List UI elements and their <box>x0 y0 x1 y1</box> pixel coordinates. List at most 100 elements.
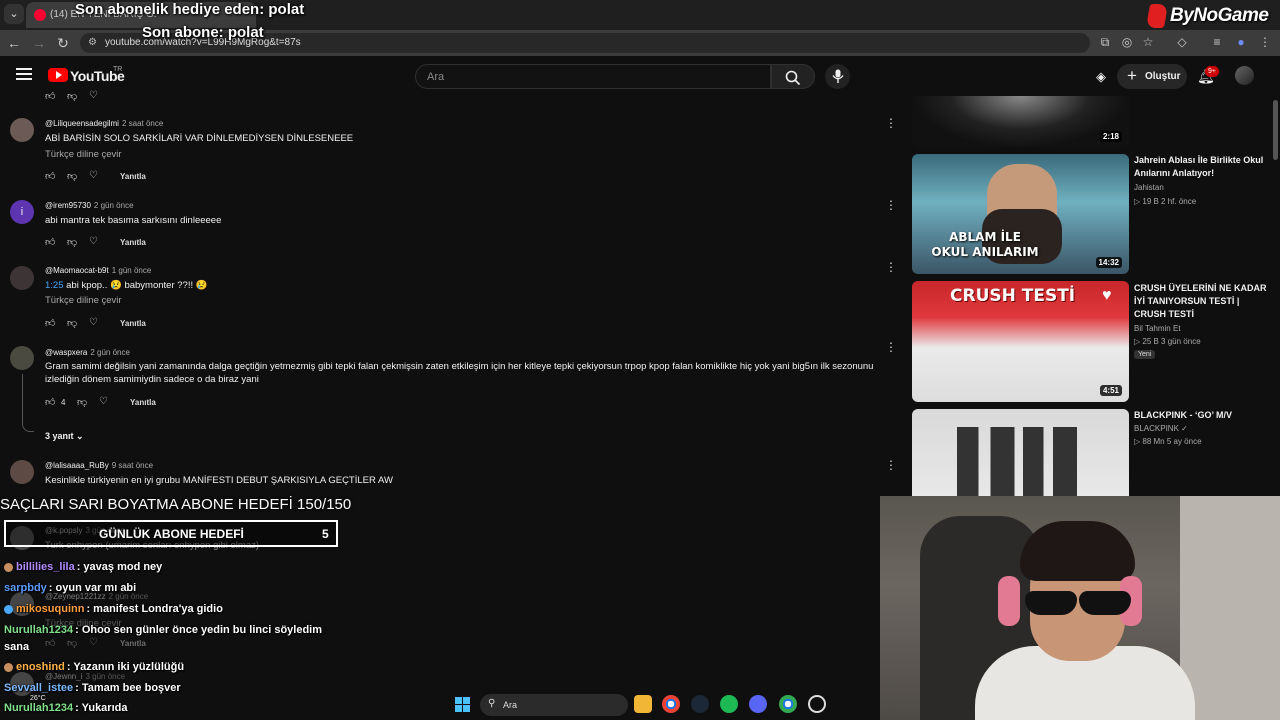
reply-button[interactable]: Yanıtla <box>130 398 156 407</box>
comment-author[interactable]: @waspxera 2 gün önce <box>45 348 130 357</box>
file-explorer-icon[interactable] <box>634 695 652 713</box>
taskbar-search[interactable]: ⚲ Ara <box>480 694 628 716</box>
reply-button[interactable]: Yanıtla <box>120 319 146 328</box>
windows-start-icon[interactable] <box>455 697 470 712</box>
reply-button[interactable]: Yanıtla <box>120 639 146 648</box>
steam-icon[interactable] <box>691 695 709 713</box>
heart-icon[interactable]: ♡ <box>99 396 108 407</box>
heart-icon[interactable]: ♡ <box>89 317 98 328</box>
avatar[interactable] <box>10 118 34 142</box>
hamburger-menu-icon[interactable] <box>16 68 32 80</box>
avatar[interactable]: i <box>10 200 34 224</box>
heart-icon[interactable]: ♡ <box>89 236 98 247</box>
more-options-icon[interactable]: ⋮ <box>885 116 897 130</box>
avatar[interactable] <box>10 266 34 290</box>
dislike-icon[interactable]: 👎︎ <box>67 236 77 248</box>
back-arrow-icon[interactable]: ← <box>6 35 22 51</box>
thumbnail-dancers <box>957 427 1077 496</box>
more-options-icon[interactable]: ⋮ <box>885 458 897 472</box>
search-input[interactable]: Ara <box>415 64 771 89</box>
dislike-icon[interactable]: 👎︎ <box>67 317 77 329</box>
like-icon[interactable]: 👍︎ <box>45 236 55 248</box>
like-icon[interactable]: 👍︎ <box>45 317 55 329</box>
chat-message: enoshind: Yazanın iki yüzlülüğü <box>4 661 184 673</box>
daily-goal-count: 5 <box>322 527 329 541</box>
more-options-icon[interactable]: ⋮ <box>885 198 897 212</box>
comment-author[interactable]: @Maomaocat-b9t 1 gün önce <box>45 266 151 275</box>
bookmark-star-icon[interactable]: ☆ <box>1140 35 1156 49</box>
video-thumbnail[interactable] <box>912 409 1129 496</box>
taskbar-weather: 26°C <box>30 695 46 702</box>
media-controls-icon[interactable]: ≡ <box>1209 35 1225 49</box>
translate-link[interactable]: Türkçe diline çevir <box>45 149 122 160</box>
heart-icon[interactable]: ♡ <box>89 637 98 648</box>
heart-icon[interactable]: ♡ <box>89 90 98 101</box>
channel-name[interactable]: Jahistan <box>1134 183 1164 192</box>
tracking-eye-icon[interactable]: ◎ <box>1119 35 1135 49</box>
video-meta: ▷ 25 B 3 gün önce <box>1134 337 1201 346</box>
like-icon[interactable]: 👍︎ <box>45 90 55 102</box>
show-replies-button[interactable]: 3 yanıt ⌄ <box>45 431 84 442</box>
channel-name[interactable]: BLACKPINK ✓ <box>1134 424 1188 433</box>
more-options-icon[interactable]: ⋮ <box>885 340 897 354</box>
comment-text: ABİ BARİSİN SOLO SARKİLARİ VAR DİNLEMEDİ… <box>45 133 354 144</box>
notification-count-badge: 9+ <box>1205 66 1219 77</box>
video-title[interactable]: Jahrein Ablası İle Birlikte Okul Anıları… <box>1134 154 1269 180</box>
dislike-icon[interactable]: 👎︎ <box>77 396 87 408</box>
translate-link[interactable]: Türkçe diline çevir <box>45 295 122 306</box>
search-placeholder: Ara <box>427 71 445 83</box>
create-button[interactable]: + Oluştur <box>1117 64 1187 89</box>
chrome-icon[interactable] <box>662 695 680 713</box>
extensions-icon[interactable]: ◇ <box>1174 35 1190 49</box>
video-title[interactable]: CRUSH ÜYELERİNİ NE KADAR İYİ TANIYORSUN … <box>1134 282 1269 321</box>
video-thumbnail[interactable]: ABLAM İLE OKUL ANILARIM 14:32 <box>912 154 1129 274</box>
discord-icon[interactable] <box>749 695 767 713</box>
comment-author[interactable]: @Jewnn_i 3 gün önce <box>45 672 125 681</box>
dislike-icon[interactable]: 👎︎ <box>67 90 77 102</box>
profile-icon[interactable]: ● <box>1233 35 1249 49</box>
browser-menu-icon[interactable]: ⋮ <box>1257 35 1273 49</box>
chat-message: mikosuquinn: manifest Londra'ya gidio <box>4 603 223 615</box>
chrome-profile-icon[interactable] <box>779 695 797 713</box>
comment-author[interactable]: @lalisaaaa_RuBy 9 saat önce <box>45 461 153 470</box>
channel-name[interactable]: Bil Tahmin Et <box>1134 324 1181 333</box>
reload-icon[interactable]: ↻ <box>55 35 71 52</box>
like-icon[interactable]: 👍︎ <box>45 637 55 649</box>
video-thumbnail[interactable]: CRUSH TESTİ ♥ 4:51 <box>912 281 1129 402</box>
dislike-icon[interactable]: 👎︎ <box>67 637 77 649</box>
obs-icon[interactable] <box>808 695 826 713</box>
avatar[interactable] <box>10 460 34 484</box>
chat-message: sarpbdy: oyun var mı abi <box>4 582 137 594</box>
like-icon[interactable]: 👍︎ <box>45 396 55 408</box>
avatar[interactable] <box>10 346 34 370</box>
scrollbar-thumb[interactable] <box>1273 100 1278 160</box>
more-options-icon[interactable]: ⋮ <box>885 260 897 274</box>
video-meta: ▷ 88 Mn 5 ay önce <box>1134 437 1202 446</box>
video-thumbnail[interactable]: 2:18 <box>912 96 1129 148</box>
video-timestamp-link[interactable]: 1:25 <box>45 280 64 291</box>
forward-arrow-icon[interactable]: → <box>31 35 47 51</box>
like-count: 4 <box>61 398 66 407</box>
site-info-icon[interactable]: ⚙ <box>88 37 97 48</box>
related-videos: 2:18 ABLAM İLE OKUL ANILARIM 14:32 Jahre… <box>905 96 1280 496</box>
account-avatar[interactable] <box>1235 66 1254 85</box>
comment-author[interactable]: @irem95730 2 gün önce <box>45 201 134 210</box>
video-title[interactable]: BLACKPINK - ‘GO’ M/V <box>1134 409 1269 422</box>
reply-button[interactable]: Yanıtla <box>120 172 146 181</box>
search-button[interactable] <box>771 64 815 89</box>
youtube-logo-icon[interactable] <box>48 68 68 82</box>
voice-search-button[interactable] <box>825 64 850 89</box>
tab-list-chevron-icon[interactable]: ⌄ <box>4 4 24 24</box>
dislike-icon[interactable]: 👎︎ <box>67 170 77 182</box>
heart-icon[interactable]: ♡ <box>89 170 98 181</box>
like-icon[interactable]: 👍︎ <box>45 170 55 182</box>
comment-author[interactable]: @Liliqueensadegilmi 2 saat önce <box>45 119 163 128</box>
premium-diamond-icon[interactable]: ◈ <box>1096 69 1112 84</box>
webcam-person-hair <box>1020 521 1135 581</box>
youtube-header: YouTube TR Ara ◈ + Oluştur 🔔︎ 9+ <box>0 56 1280 96</box>
reply-button[interactable]: Yanıtla <box>120 238 146 247</box>
spotify-icon[interactable] <box>720 695 738 713</box>
taskbar-search-text: Ara <box>503 700 518 710</box>
chat-badge-icon <box>4 562 13 572</box>
install-app-icon[interactable]: ⧉ <box>1097 35 1113 50</box>
